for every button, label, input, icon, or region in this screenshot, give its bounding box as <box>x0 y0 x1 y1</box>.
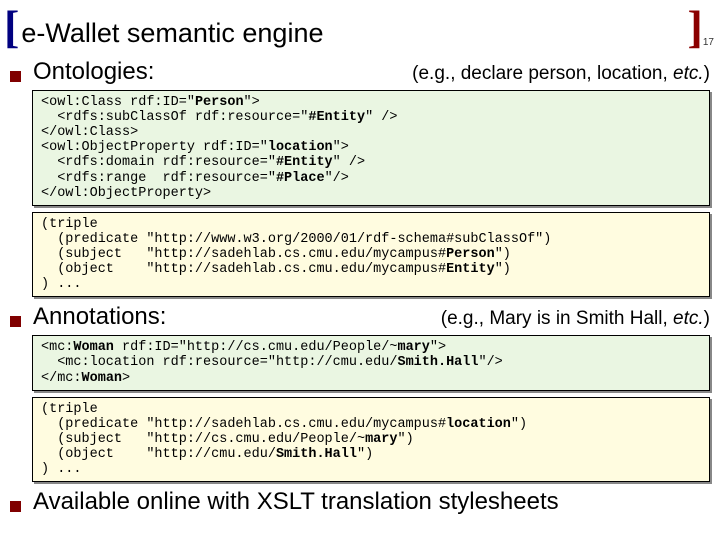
ontologies-heading: Ontologies: <box>33 58 154 86</box>
ontologies-triple-code: (triple (predicate "http://www.w3.org/20… <box>32 212 710 298</box>
annotations-heading: Annotations: <box>33 303 166 331</box>
annotations-triple-code: (triple (predicate "http://sadehlab.cs.c… <box>32 397 710 483</box>
bullet-icon <box>10 71 21 82</box>
paren-close: ) <box>704 63 710 84</box>
paren-suffix: etc. <box>673 308 704 329</box>
slide-header: [ e-Wallet semantic engine ] 17 <box>0 0 720 56</box>
ontologies-example: (e.g., declare person, location, etc.) <box>412 63 710 85</box>
bracket-right-icon: ] <box>688 4 703 50</box>
paren-prefix: (e.g. <box>441 308 479 329</box>
paren-body: , Mary is in Smith Hall, <box>479 308 673 329</box>
paren-suffix: etc. <box>673 63 704 84</box>
annotations-owl-code: <mc:Woman rdf:ID="http://cs.cmu.edu/Peop… <box>32 335 710 390</box>
annotations-example: (e.g., Mary is in Smith Hall, etc.) <box>441 308 710 330</box>
paren-body: , declare person, location, <box>450 63 673 84</box>
bullet-icon <box>10 501 21 512</box>
slide-content: Ontologies: (e.g., declare person, locat… <box>0 58 720 516</box>
paren-close: ) <box>704 308 710 329</box>
slide-number: 17 <box>703 37 714 48</box>
ontologies-owl-code: <owl:Class rdf:ID="Person"> <rdfs:subCla… <box>32 90 710 206</box>
bullet-icon <box>10 316 21 327</box>
closing-text: Available online with XSLT translation s… <box>33 488 559 516</box>
slide-title: e-Wallet semantic engine <box>21 18 323 49</box>
paren-prefix: (e.g. <box>412 63 450 84</box>
annotations-row: Annotations: (e.g., Mary is in Smith Hal… <box>10 303 710 331</box>
closing-row: Available online with XSLT translation s… <box>10 488 710 516</box>
bracket-left-icon: [ <box>4 4 19 50</box>
ontologies-row: Ontologies: (e.g., declare person, locat… <box>10 58 710 86</box>
